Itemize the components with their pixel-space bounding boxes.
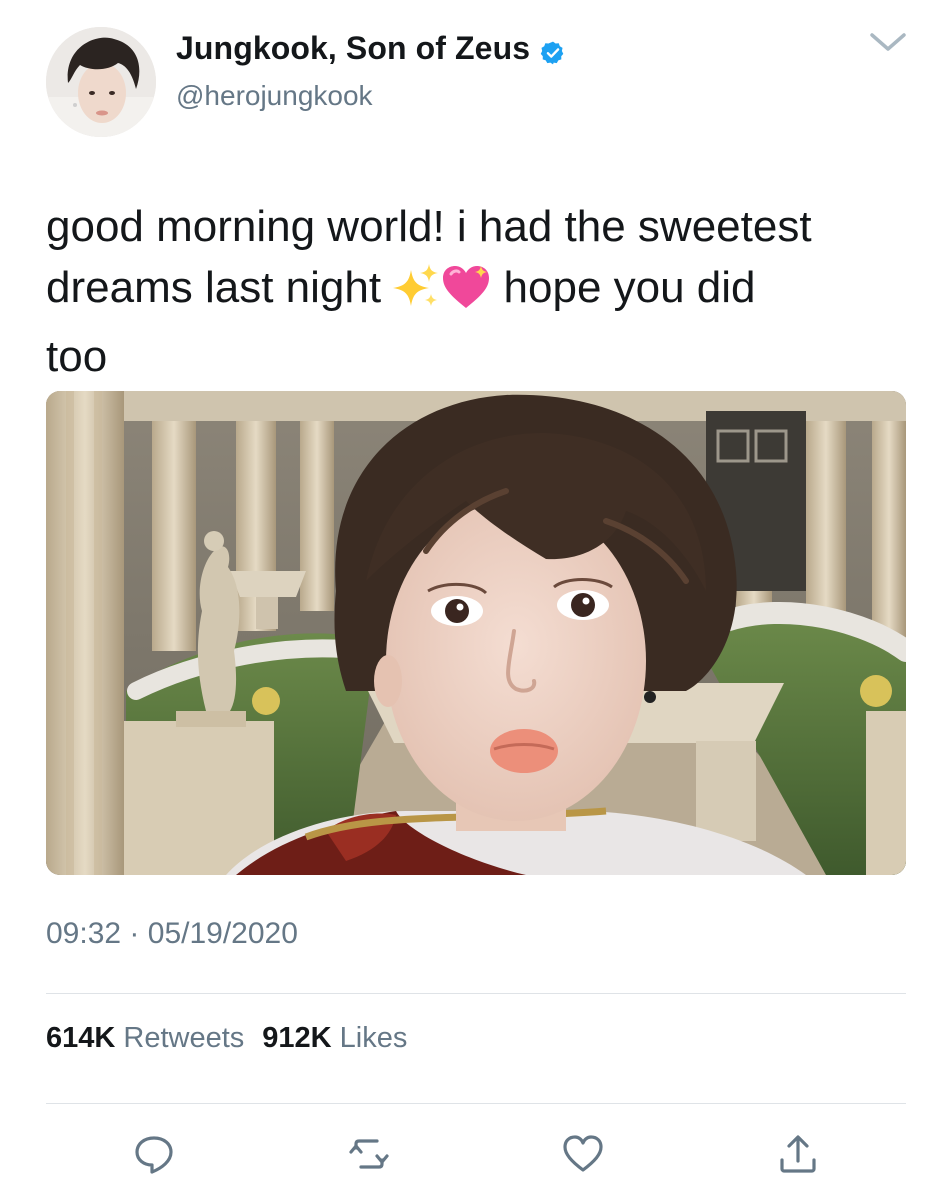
sparkles-emoji-icon xyxy=(393,264,441,326)
divider xyxy=(46,993,906,994)
share-icon[interactable] xyxy=(776,1132,820,1176)
display-name[interactable]: Jungkook, Son of Zeus xyxy=(176,30,566,67)
like-icon[interactable] xyxy=(561,1132,605,1176)
tweet-timestamp[interactable]: 09:32 · 05/19/2020 xyxy=(46,917,298,951)
tweet-text-line: dreams last night hope you did xyxy=(46,257,916,326)
retweets-label: Retweets xyxy=(123,1022,245,1054)
tweet-text-segment: hope you did xyxy=(503,263,756,312)
tweet-date: 05/19/2020 xyxy=(147,917,298,950)
likes-label: Likes xyxy=(339,1022,408,1054)
likes-stat[interactable]: 912K Likes xyxy=(262,1022,407,1054)
divider xyxy=(46,1103,906,1104)
avatar[interactable] xyxy=(46,27,156,137)
tweet-time: 09:32 xyxy=(46,917,122,950)
chevron-down-icon[interactable] xyxy=(868,30,908,56)
retweet-icon[interactable] xyxy=(347,1132,391,1176)
reply-icon[interactable] xyxy=(132,1132,176,1176)
tweet-photo[interactable] xyxy=(46,391,906,875)
tweet-text: good morning world! i had the sweetest d… xyxy=(46,196,916,387)
separator-dot: · xyxy=(129,917,140,950)
display-name-text: Jungkook, Son of Zeus xyxy=(176,30,531,66)
tweet-stats: 614K Retweets 912K Likes xyxy=(46,1022,407,1055)
tweet-text-line: too xyxy=(46,332,108,381)
likes-count: 912K xyxy=(262,1022,332,1054)
retweets-count: 614K xyxy=(46,1022,116,1054)
author-handle[interactable]: @herojungkook xyxy=(176,80,373,112)
tweet-text-segment: dreams last night xyxy=(46,263,382,312)
sparkling-heart-emoji-icon xyxy=(441,264,491,326)
retweets-stat[interactable]: 614K Retweets xyxy=(46,1022,244,1054)
verified-badge-icon xyxy=(540,37,566,64)
tweet-text-line: good morning world! i had the sweetest xyxy=(46,202,812,251)
